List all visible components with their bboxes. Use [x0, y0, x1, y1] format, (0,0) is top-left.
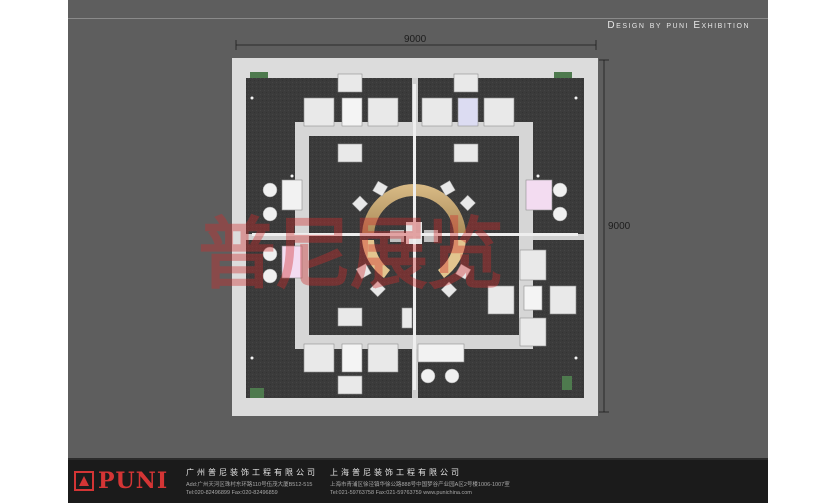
company-guangzhou-name: 广州普尼装饰工程有限公司 [186, 468, 318, 477]
width-dimension-label: 9000 [404, 34, 427, 45]
company-shanghai-address: 上海市青浦区徐泾镇华徐公路888号中国梦谷产业园A区2号楼1006-1007室 [330, 482, 510, 488]
company-guangzhou: 广州普尼装饰工程有限公司 Add:广州天河区珠村东环路110号伍茂大厦B512-… [186, 467, 318, 496]
company-shanghai-phones: Tel:021-59763758 Fax:021-59763759 www.pu… [330, 490, 472, 496]
height-dimension-label: 9000 [608, 221, 631, 232]
watermark-text: 普尼展览 [198, 210, 504, 300]
footer-bar: PUNI 广州普尼装饰工程有限公司 Add:广州天河区珠村东环路110号伍茂大厦… [68, 460, 768, 503]
company-guangzhou-address: Add:广州天河区珠村东环路110号伍茂大厦B512-515 [186, 482, 313, 488]
company-shanghai: 上海普尼装饰工程有限公司 上海市青浦区徐泾镇华徐公路888号中国梦谷产业园A区2… [330, 467, 510, 496]
company-guangzhou-phones: Tel:020-82496899 Fax:020-82496859 [186, 490, 278, 496]
puni-logo-icon [74, 471, 94, 491]
brand-name: PUNI [98, 468, 169, 494]
drawing-canvas: Design by puni Exhibition 9000 9000 普尼展览… [68, 0, 768, 503]
company-shanghai-name: 上海普尼装饰工程有限公司 [330, 468, 462, 477]
